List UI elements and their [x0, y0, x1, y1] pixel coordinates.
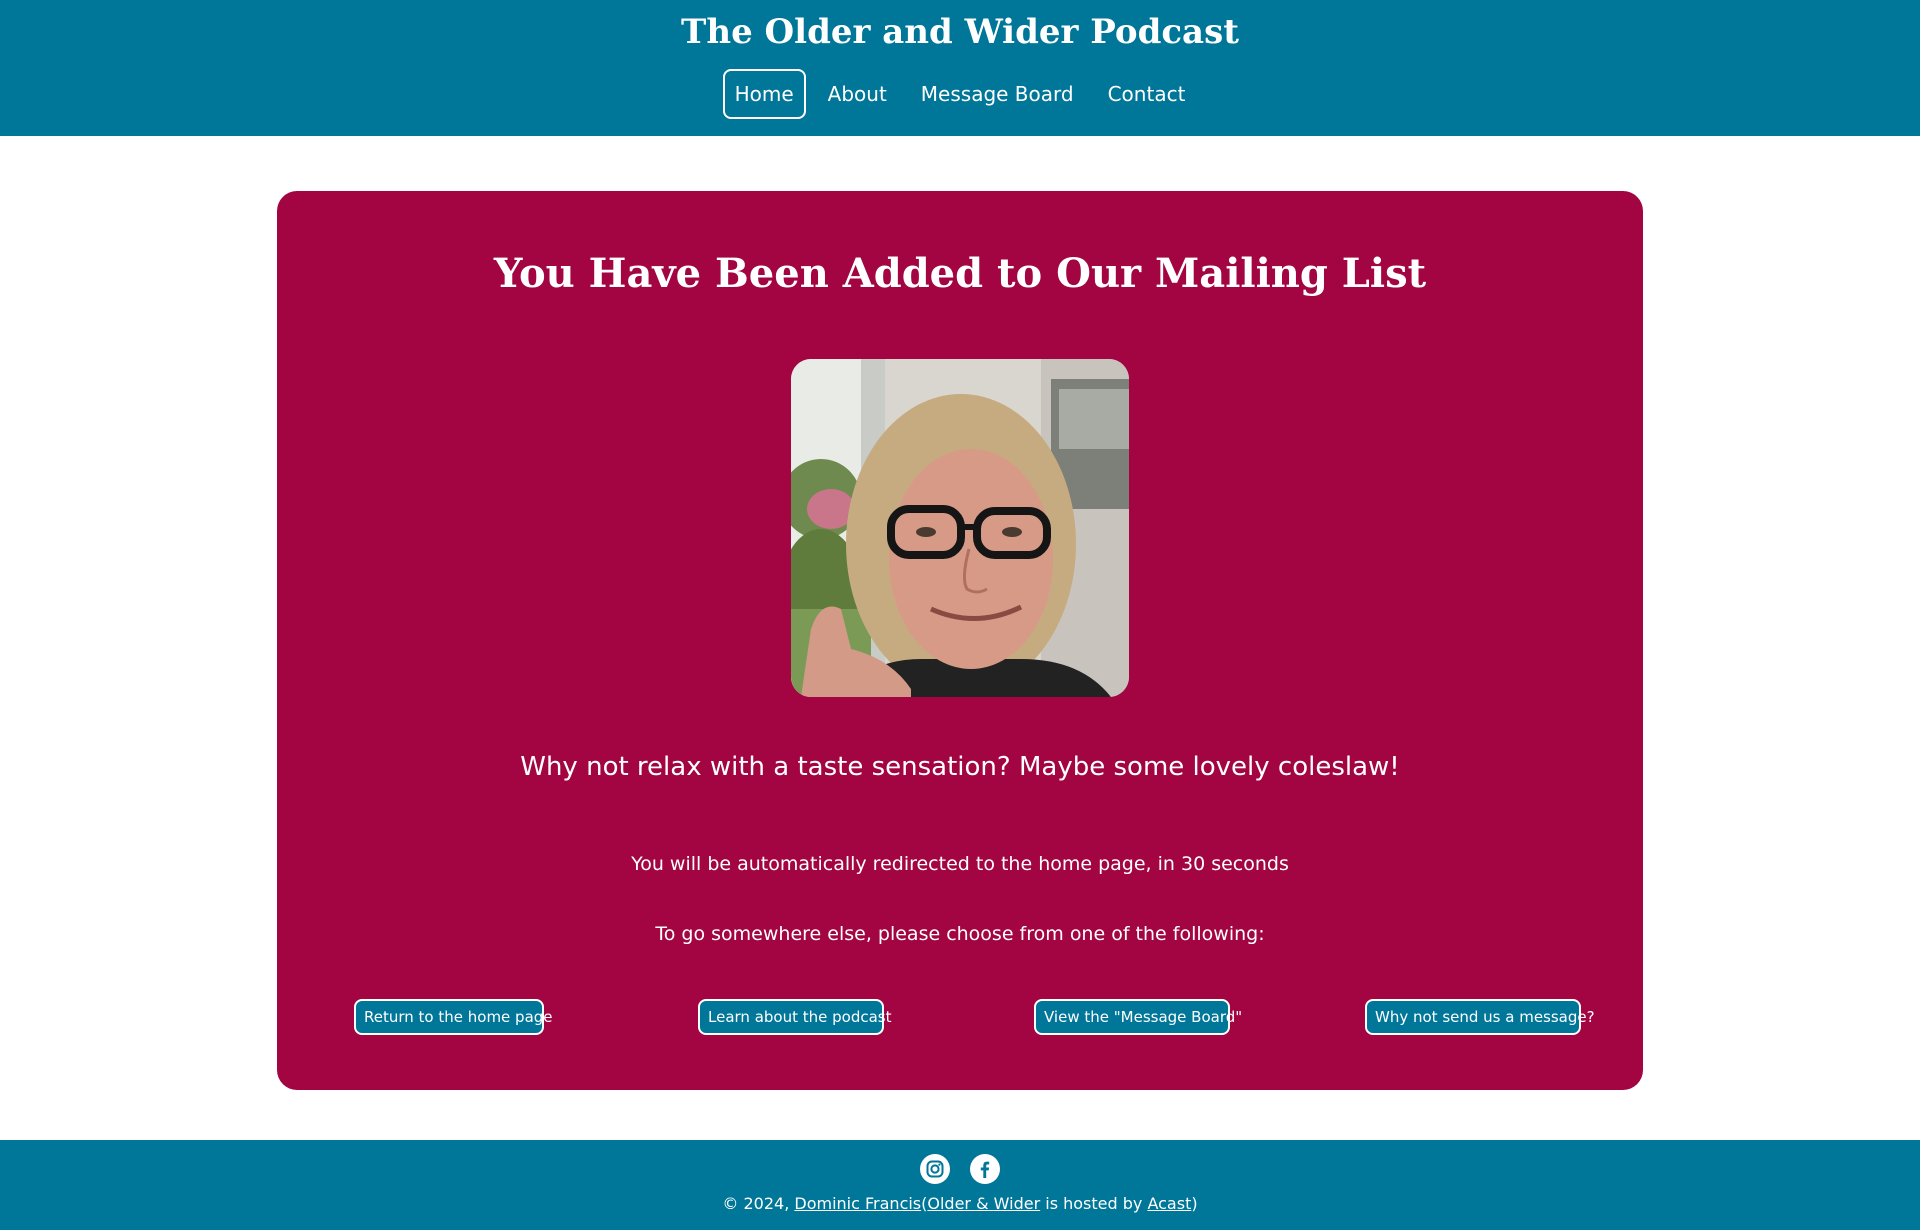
site-footer: © 2024, Dominic Francis(Older & Wider is… — [0, 1140, 1920, 1230]
home-page-button[interactable]: Return to the home page — [354, 999, 553, 1035]
site-title: The Older and Wider Podcast — [681, 12, 1239, 52]
site-link[interactable]: Older & Wider — [927, 1194, 1040, 1213]
tagline: Why not relax with a taste sensation? Ma… — [520, 752, 1400, 782]
hosted-text: is hosted by — [1045, 1194, 1143, 1213]
host-link[interactable]: Acast — [1147, 1194, 1191, 1213]
nav-about[interactable]: About — [816, 69, 899, 119]
nav-contact[interactable]: Contact — [1096, 69, 1198, 119]
instagram-icon[interactable] — [920, 1154, 950, 1184]
social-links — [0, 1154, 1920, 1184]
page-heading: You Have Been Added to Our Mailing List — [493, 250, 1427, 297]
nav-home[interactable]: Home — [722, 69, 806, 119]
choose-instructions: To go somewhere else, please choose from… — [655, 923, 1265, 945]
main-nav: Home About Message Board Contact — [0, 69, 1920, 119]
message-board-button[interactable]: View the "Message Board" — [1034, 999, 1242, 1035]
redirect-notice: You will be automatically redirected to … — [631, 853, 1289, 875]
facebook-icon[interactable] — [970, 1154, 1000, 1184]
host-photo — [791, 359, 1129, 697]
paren-close: ) — [1191, 1194, 1198, 1213]
action-buttons: Return to the home page Learn about the … — [0, 999, 1920, 1035]
send-message-button[interactable]: Why not send us a message? — [1365, 999, 1595, 1035]
copyright: © 2024, Dominic Francis(Older & Wider is… — [0, 1194, 1920, 1213]
site-header: The Older and Wider Podcast Home About M… — [0, 0, 1920, 136]
author-link[interactable]: Dominic Francis — [794, 1194, 921, 1213]
nav-message-board[interactable]: Message Board — [909, 69, 1086, 119]
copyright-prefix: © 2024, — [722, 1194, 790, 1213]
about-podcast-button[interactable]: Learn about the podcast — [698, 999, 891, 1035]
